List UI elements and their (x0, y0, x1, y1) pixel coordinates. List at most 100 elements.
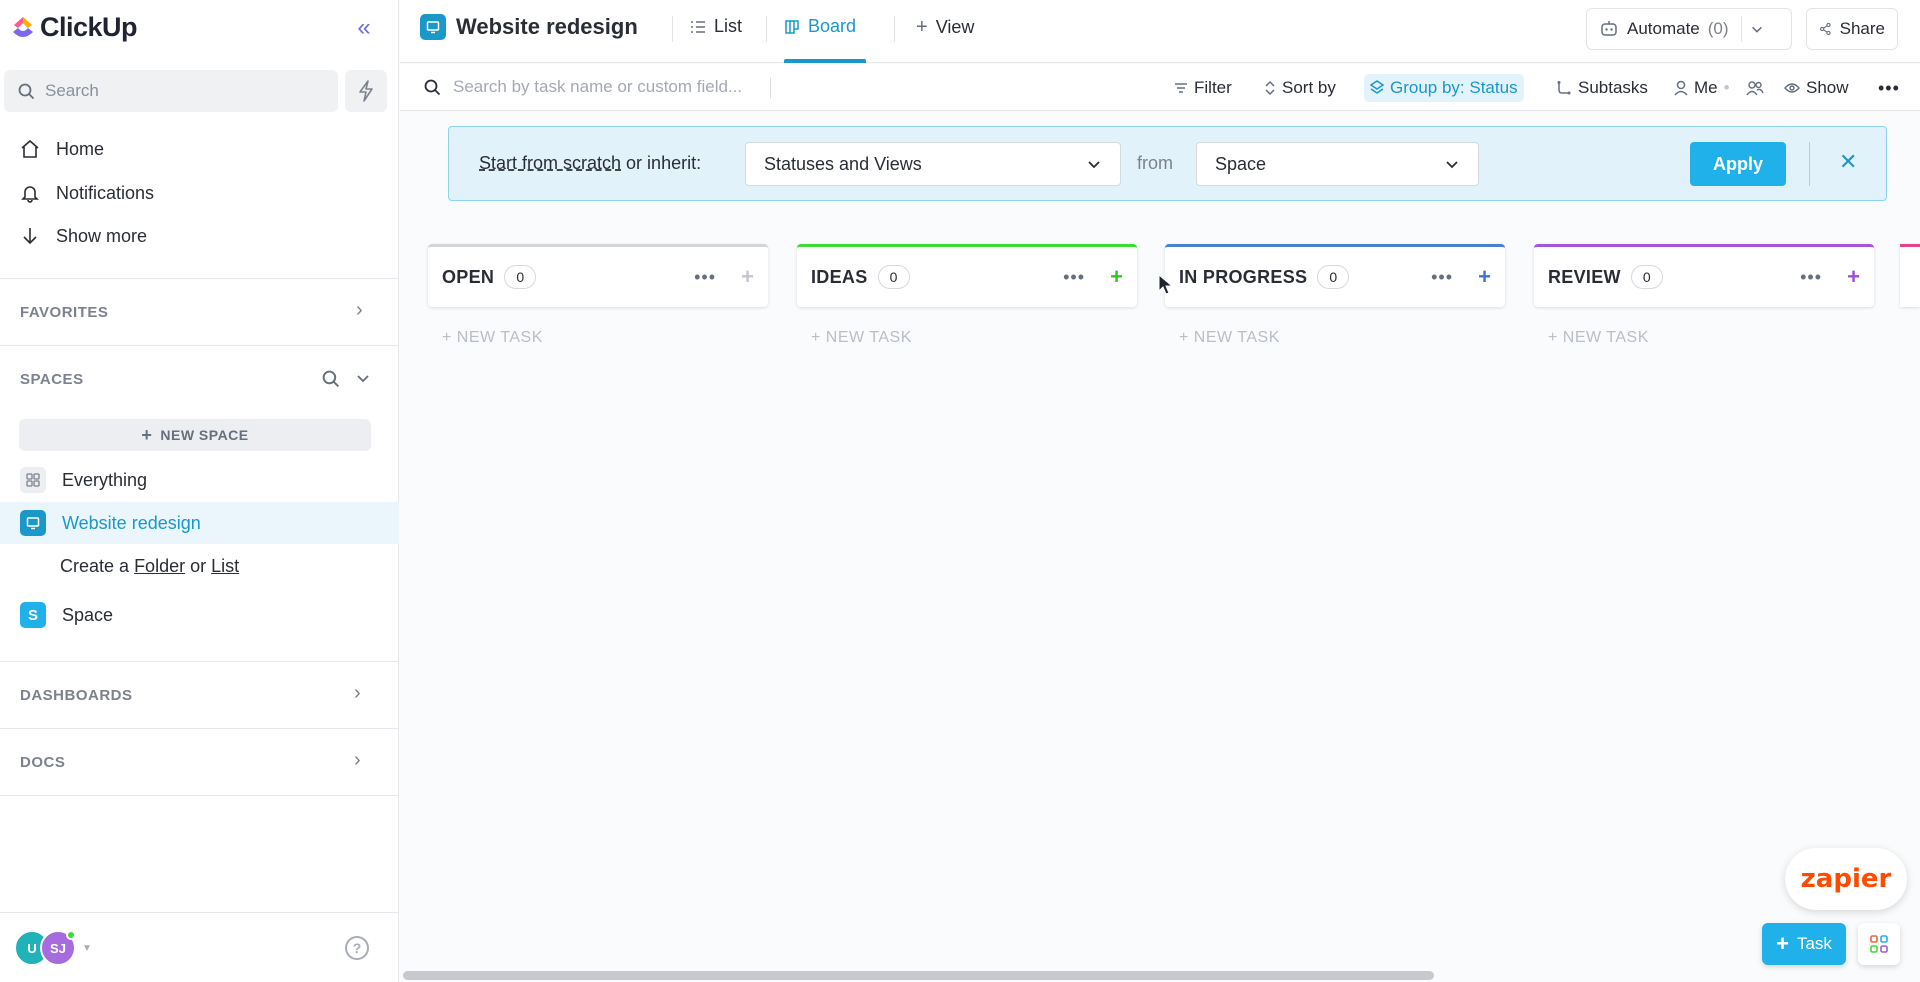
start-from-scratch-link[interactable]: Start from scratch (479, 153, 621, 173)
column-menu-icon[interactable]: ••• (1800, 267, 1822, 288)
column-menu-icon[interactable]: ••• (1431, 267, 1453, 288)
monitor-icon (20, 510, 46, 536)
quick-actions-button[interactable] (345, 70, 387, 112)
group-by-button[interactable]: Group by: Status (1364, 74, 1524, 102)
new-task-button[interactable]: + NEW TASK (797, 329, 1137, 347)
header-divider (894, 16, 895, 42)
caret-down-icon[interactable]: ▼ (82, 943, 92, 954)
create-list-link[interactable]: List (211, 556, 239, 576)
new-space-button[interactable]: + NEW SPACE (19, 419, 371, 451)
create-task-label: Task (1796, 934, 1832, 953)
automate-divider (1740, 16, 1742, 42)
chevron-right-icon[interactable]: › (356, 299, 363, 322)
eye-icon (1784, 83, 1800, 93)
sidebar-item-label: Show more (56, 225, 148, 246)
automate-label: Automate (1627, 19, 1700, 38)
inherit-select[interactable]: Statuses and Views (745, 142, 1121, 186)
user-menu[interactable]: U SJ ▼ (14, 930, 92, 966)
sidebar-search-input[interactable]: Search (4, 70, 338, 112)
search-spaces-icon[interactable] (322, 370, 340, 393)
board-column-partial[interactable] (1900, 244, 1920, 307)
me-filter-button[interactable]: Me • (1668, 74, 1736, 102)
filter-label: Filter (1194, 78, 1232, 97)
zapier-widget[interactable]: zapier (1785, 848, 1907, 910)
chevron-down-icon[interactable] (355, 370, 371, 391)
filter-button[interactable]: Filter (1168, 74, 1238, 102)
tab-list[interactable]: List (690, 16, 742, 37)
dashboards-label[interactable]: DASHBOARDS (20, 687, 133, 704)
inherit-select-value: Statuses and Views (764, 153, 922, 174)
share-button[interactable]: Share (1806, 8, 1898, 50)
sidebar-item-home[interactable]: Home (20, 134, 104, 164)
clickup-logo-icon (13, 16, 33, 37)
space-everything[interactable]: Everything (0, 459, 399, 501)
home-icon (21, 139, 39, 158)
online-status-dot (66, 930, 76, 940)
me-label: Me (1694, 78, 1718, 97)
board-column-ideas: IDEAS 0 ••• + + NEW TASK (797, 244, 1137, 347)
sidebar-item-notifications[interactable]: Notifications (20, 178, 154, 208)
create-task-button[interactable]: + Task (1762, 923, 1846, 965)
add-task-icon[interactable]: + (1478, 264, 1491, 290)
column-menu-icon[interactable]: ••• (694, 267, 716, 288)
create-or: or (190, 556, 207, 576)
subtasks-label: Subtasks (1578, 78, 1648, 97)
automate-button[interactable]: Automate (0) (1586, 8, 1792, 50)
add-task-icon[interactable]: + (1110, 264, 1123, 290)
chevron-right-icon[interactable]: › (354, 682, 361, 705)
add-view-button[interactable]: + View (916, 16, 974, 39)
monitor-icon (420, 14, 446, 40)
avatar: SJ (40, 930, 76, 966)
column-header[interactable]: IN PROGRESS 0 ••• + (1165, 244, 1505, 307)
bolt-icon (359, 80, 373, 102)
task-search-input[interactable]: Search by task name or custom field... (424, 77, 742, 97)
new-task-button[interactable]: + NEW TASK (1165, 329, 1505, 347)
column-count: 0 (1630, 265, 1663, 289)
page-title[interactable]: Website redesign (420, 14, 638, 40)
space-space[interactable]: S Space (0, 594, 399, 636)
from-select[interactable]: Space (1196, 142, 1479, 186)
subtasks-button[interactable]: Subtasks (1550, 74, 1654, 102)
column-header[interactable]: IDEAS 0 ••• + (797, 244, 1137, 307)
app-name: ClickUp (40, 12, 138, 42)
apply-button[interactable]: Apply (1690, 142, 1786, 186)
search-icon (424, 79, 441, 95)
sort-button[interactable]: Sort by (1258, 74, 1342, 102)
chevron-right-icon[interactable]: › (354, 749, 361, 772)
column-header[interactable]: OPEN 0 ••• + (428, 244, 768, 307)
arrow-down-icon (23, 228, 37, 245)
chevron-down-icon[interactable] (1750, 22, 1764, 36)
favorites-label[interactable]: FAVORITES (20, 304, 108, 321)
sidebar-item-label: Notifications (56, 182, 155, 203)
collapse-sidebar-icon[interactable]: « (351, 16, 377, 42)
more-options-icon[interactable]: ••• (1872, 74, 1906, 102)
from-label: from (1137, 153, 1173, 173)
close-icon[interactable]: ✕ (1839, 149, 1857, 175)
help-icon[interactable]: ? (345, 936, 369, 960)
space-avatar: S (20, 602, 46, 628)
apps-grid-button[interactable] (1858, 923, 1900, 965)
create-folder-or-list: Create a Folder or List (60, 556, 239, 577)
toolbar-divider (770, 78, 771, 98)
column-count: 0 (1317, 265, 1350, 289)
show-button[interactable]: Show (1778, 74, 1855, 102)
sidebar-item-show-more[interactable]: Show more (20, 221, 147, 251)
tab-board[interactable]: Board (784, 16, 856, 37)
share-icon (1820, 22, 1831, 36)
mouse-cursor-icon (1158, 273, 1174, 301)
horizontal-scrollbar[interactable] (403, 971, 1434, 980)
clickup-logo[interactable]: ClickUp (10, 12, 138, 43)
separator-dot: • (1723, 78, 1730, 97)
new-task-button[interactable]: + NEW TASK (1534, 329, 1874, 347)
add-task-icon[interactable]: + (1847, 264, 1860, 290)
create-folder-link[interactable]: Folder (134, 556, 185, 576)
assignees-button[interactable] (1740, 74, 1770, 102)
add-task-icon[interactable]: + (741, 264, 754, 290)
column-header[interactable]: REVIEW 0 ••• + (1534, 244, 1874, 307)
column-menu-icon[interactable]: ••• (1063, 267, 1085, 288)
users-icon (1746, 81, 1764, 96)
new-task-button[interactable]: + NEW TASK (428, 329, 768, 347)
space-label: Website redesign (62, 512, 201, 533)
space-website-redesign[interactable]: Website redesign (0, 502, 399, 544)
docs-label[interactable]: DOCS (20, 754, 65, 771)
